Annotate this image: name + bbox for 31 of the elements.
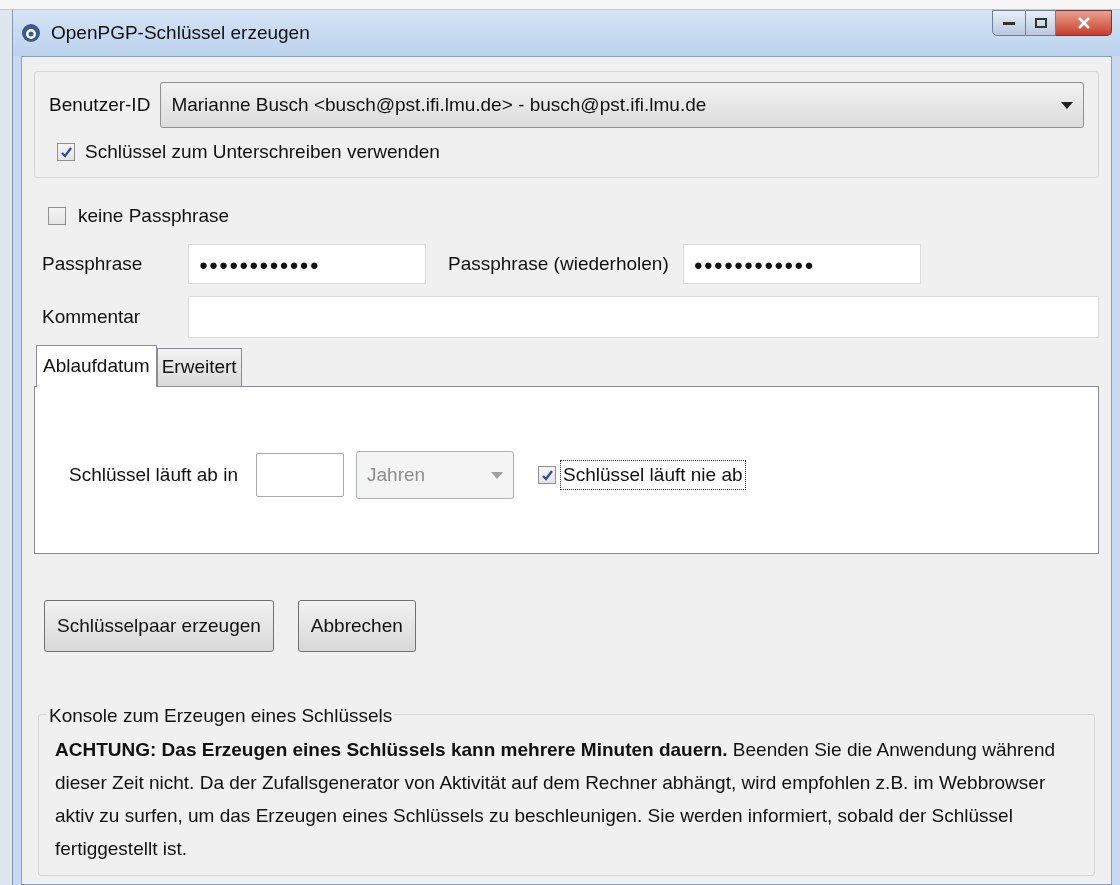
close-icon (1076, 17, 1091, 29)
checkbox-label: Schlüssel zum Unterschreiben verwenden (85, 140, 440, 164)
app-icon (21, 23, 41, 43)
field-label: Passphrase (42, 251, 144, 276)
dropdown-arrow-icon (491, 471, 503, 479)
years-field[interactable] (256, 453, 344, 497)
tab[interactable]: Ablaufdatum (36, 345, 157, 387)
dropdown-arrow-icon (1061, 101, 1073, 109)
check-icon (59, 145, 73, 159)
dialog-button[interactable]: Abbrechen (297, 600, 416, 652)
checkbox[interactable] (48, 206, 66, 225)
maximize-button[interactable] (1026, 10, 1056, 36)
tab[interactable]: Erweitert (156, 348, 242, 386)
field-label: Schlüssel läuft ab in (69, 462, 238, 487)
comment-field[interactable] (188, 296, 1099, 338)
checkbox[interactable] (538, 466, 556, 484)
dialog-button[interactable]: Schlüsselpaar erzeugen (44, 600, 274, 652)
checkbox[interactable] (57, 143, 75, 162)
window-title: OpenPGP-Schlüssel erzeugen (51, 20, 310, 45)
checkbox-label: keine Passphrase (78, 203, 230, 228)
passphrase-repeat-field[interactable]: ●●●●●●●●●●●● (682, 244, 921, 284)
console-message: ACHTUNG: Das Erzeugen eines Schlüssels kann mehrere Minuten dauern. Beenden Sie die Anwendung während dieser Zeit nicht. Da der Zufallsgenerator von Aktivität auf dem Rechner abhängt, wird empfohlen z.B. im Webbrowser aktiv zu surfen, um das Erzeugen eines Schlüssels zu beschleunigen. Sie werden informiert, sobald der Schlüssel fertiggestellt ist. (55, 738, 1057, 861)
field-label: Passphrase (wiederholen) (448, 251, 669, 276)
passphrase-field[interactable]: ●●●●●●●●●●●● (188, 244, 426, 284)
checkbox-label: Schlüssel läuft nie ab (560, 459, 746, 491)
check-icon (540, 468, 554, 482)
close-button[interactable] (1056, 10, 1112, 36)
user-id-dropdown[interactable]: Marianne Busch <busch@pst.ifi.lmu.de> - busch@pst.ifi.lmu.de (160, 82, 1084, 128)
field-label: Benutzer-ID (49, 92, 151, 117)
field-label: Kommentar (42, 304, 142, 329)
minimize-button[interactable] (992, 10, 1026, 36)
